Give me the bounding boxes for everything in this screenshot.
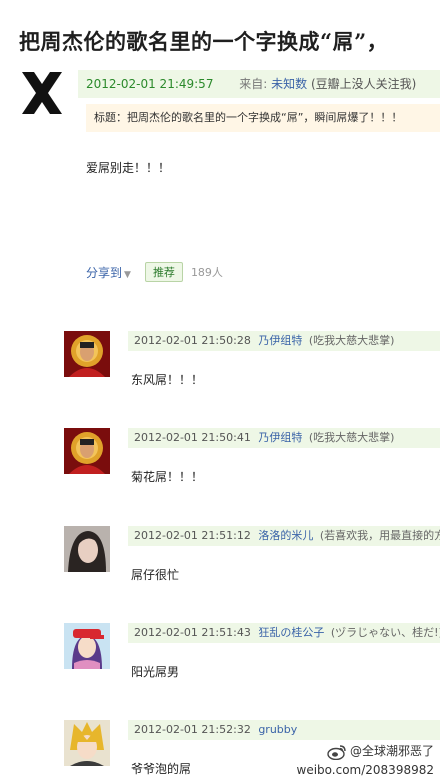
comment-text: 阳光屌男: [131, 665, 180, 679]
avatar[interactable]: [64, 331, 110, 377]
from-label: 来自:: [239, 77, 268, 91]
comment-user-note: (若喜欢我，用最直接的方: [319, 529, 440, 542]
comment-user[interactable]: grubby: [258, 723, 297, 736]
girl-photo-avatar-icon: [64, 526, 110, 572]
blonde-anime-avatar-icon: [64, 720, 110, 766]
comment-meta: 2012-02-01 21:51:12 洛洛的米儿 (若喜欢我，用最直接的方: [128, 526, 440, 546]
comment-text: 菊花屌！！！: [131, 470, 204, 484]
comment-user[interactable]: 乃伊组特: [258, 431, 302, 444]
comment-meta: 2012-02-01 21:50:28 乃伊组特 (吃我大慈大悲掌): [128, 331, 440, 351]
avatar[interactable]: [64, 623, 110, 669]
comment-user[interactable]: 乃伊组特: [258, 334, 302, 347]
avatar[interactable]: [64, 428, 110, 474]
watermark-url: weibo.com/208398982: [296, 763, 434, 777]
comment-user-note: (吃我大慈大悲掌): [308, 431, 395, 444]
post-time: 2012-02-01 21:49:57: [86, 77, 214, 91]
weibo-logo-icon: [327, 744, 346, 760]
comment-time: 2012-02-01 21:51:12: [134, 529, 251, 542]
share-button[interactable]: 分享到 ▼: [86, 264, 131, 281]
recommend-button[interactable]: 推荐: [144, 262, 183, 282]
comment-meta: 2012-02-01 21:50:41 乃伊组特 (吃我大慈大悲掌): [128, 428, 440, 448]
comment-meta: 2012-02-01 21:52:32 grubby: [128, 720, 440, 740]
post-meta: 2012-02-01 21:49:57 来自: 未知数 (豆瓣上没人关注我): [78, 70, 440, 98]
post-actions: 分享到 ▼ 推荐 189人: [86, 262, 223, 282]
comment-user[interactable]: 狂乱の桂公子: [258, 626, 324, 639]
comment-user[interactable]: 洛洛的米儿: [258, 529, 313, 542]
comment-time: 2012-02-01 21:50:28: [134, 334, 251, 347]
comment-text: 屌仔很忙: [131, 568, 180, 582]
source-link[interactable]: 未知数: [271, 77, 307, 91]
caret-down-icon: ▼: [124, 269, 131, 280]
anime-avatar-icon: [64, 623, 110, 669]
comment-text: 东风屌！！！: [131, 373, 204, 387]
post-body: 爱屌别走！！！: [86, 161, 171, 175]
comment-meta: 2012-02-01 21:51:43 狂乱の桂公子 (ヅラじゃない、桂だ!): [128, 623, 440, 643]
avatar[interactable]: [64, 720, 110, 766]
comment-text: 爷爷泡的屌: [131, 762, 192, 776]
comment-time: 2012-02-01 21:52:32: [134, 723, 251, 736]
buddha-avatar-icon: [64, 428, 110, 474]
avatar[interactable]: [64, 526, 110, 572]
page-title: 把周杰伦的歌名里的一个字换成“屌”，: [19, 29, 389, 54]
comment-user-note: (ヅラじゃない、桂だ!): [330, 626, 440, 639]
buddha-avatar-icon: [64, 331, 110, 377]
watermark-handle: @全球潮邪恶了: [349, 744, 434, 758]
comment-user-note: (吃我大慈大悲掌): [308, 334, 395, 347]
source-suffix: (豆瓣上没人关注我): [311, 77, 417, 91]
x-logo-icon: [22, 72, 62, 114]
comment-time: 2012-02-01 21:50:41: [134, 431, 251, 444]
comment-time: 2012-02-01 21:51:43: [134, 626, 251, 639]
share-label: 分享到: [86, 265, 123, 280]
author-avatar[interactable]: [20, 70, 64, 116]
weibo-watermark: @全球潮邪恶了 weibo.com/208398982: [297, 742, 434, 780]
recommend-count: 189人: [190, 266, 223, 279]
post-subject: 标题：把周杰伦的歌名里的一个字换成“屌”，瞬间屌爆了！！！: [86, 104, 440, 132]
